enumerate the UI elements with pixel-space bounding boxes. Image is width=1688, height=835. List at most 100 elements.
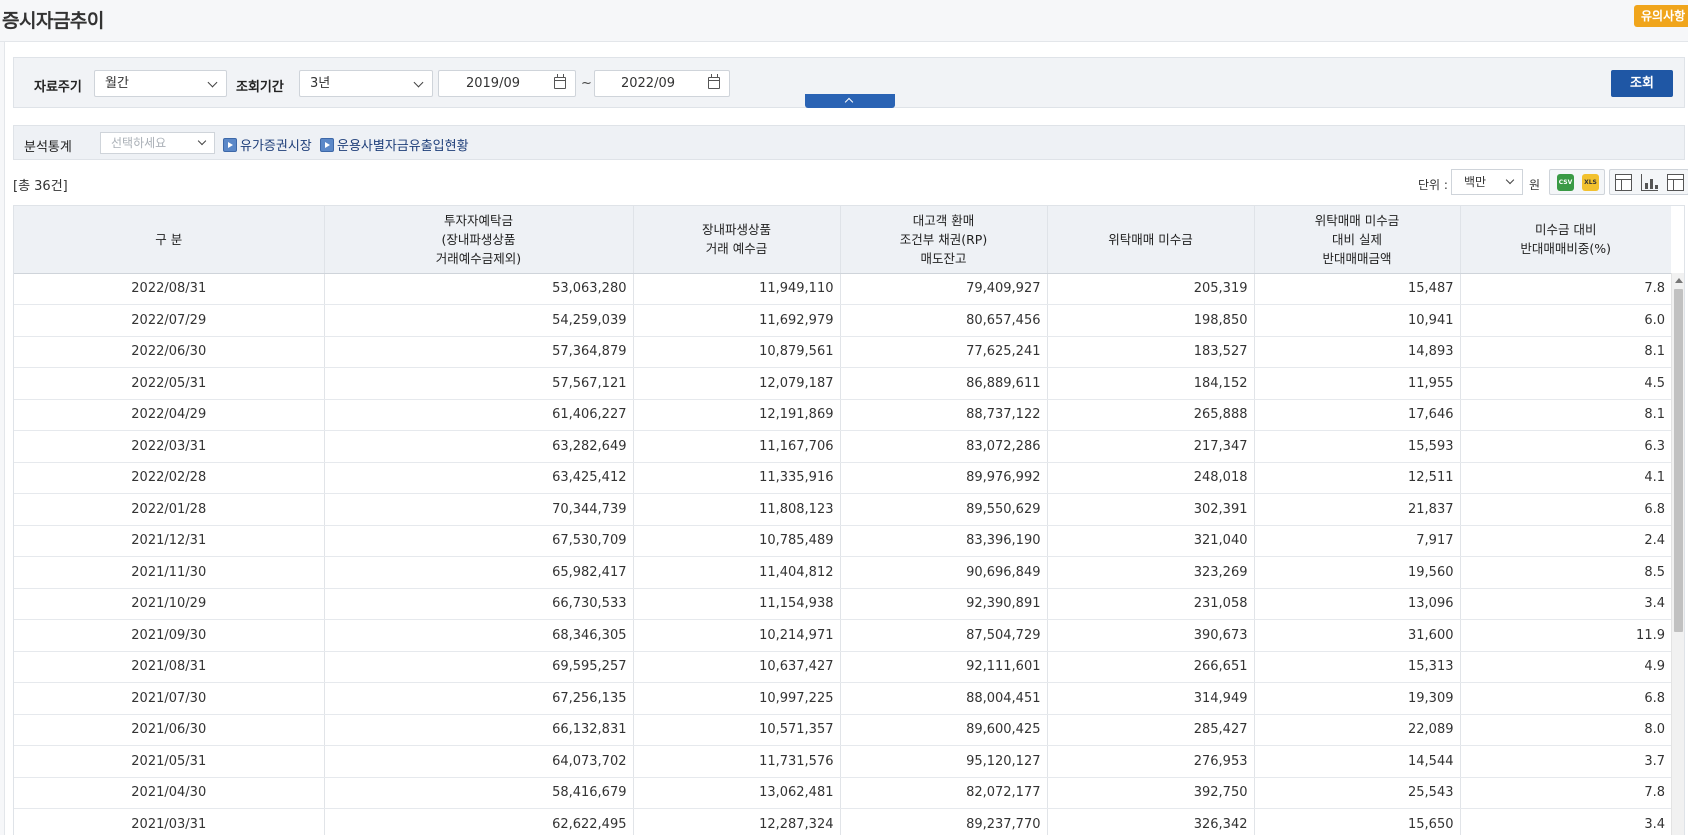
calendar-icon[interactable] [708, 74, 720, 89]
cell-receivables: 302,391 [1047, 493, 1255, 526]
table-view-icon[interactable] [1667, 174, 1684, 191]
table-row[interactable]: 2021/08/31 69,595,257 10,637,427 92,111,601… [14, 651, 1671, 683]
cell-derivatives-deposit: 11,808,123 [633, 493, 841, 526]
table-row[interactable]: 2021/12/31 67,530,709 10,785,489 83,396,190… [14, 525, 1671, 557]
cell-derivatives-deposit: 11,949,110 [633, 273, 841, 305]
search-button[interactable]: 조회 [1611, 70, 1673, 97]
table-row[interactable]: 2021/05/31 64,073,702 11,731,576 95,120,127… [14, 745, 1671, 778]
cell-forced-sales: 15,487 [1254, 273, 1461, 305]
unit-suffix: 원 [1529, 178, 1541, 192]
view-mode-group [1609, 169, 1688, 195]
cell-date: 2021/03/31 [14, 808, 325, 835]
csv-download-icon[interactable]: CSV [1557, 174, 1574, 191]
cell-forced-sales: 19,309 [1254, 682, 1461, 715]
data-table-container: 구 분 투자자예탁금 (장내파생상품 거래예수금제외) 장내파생상품 거래 예수… [13, 205, 1685, 835]
total-count: [총 36건] [13, 179, 68, 194]
cell-forced-sales: 31,600 [1254, 619, 1461, 652]
cell-forced-sales: 12,511 [1254, 462, 1461, 494]
table-row[interactable]: 2022/07/29 54,259,039 11,692,979 80,657,456… [14, 304, 1671, 337]
table-row[interactable]: 2021/10/29 66,730,533 11,154,938 92,390,891… [14, 588, 1671, 620]
cell-derivatives-deposit: 10,879,561 [633, 336, 841, 368]
collapse-panel-button[interactable] [805, 94, 895, 108]
cell-forced-sales-ratio: 6.8 [1460, 493, 1671, 526]
link-fund-flow-by-manager[interactable]: 운용사별자금유출입현황 [320, 135, 469, 154]
cell-date: 2022/02/28 [14, 462, 325, 494]
table-row[interactable]: 2022/01/28 70,344,739 11,808,123 89,550,629… [14, 493, 1671, 526]
cell-forced-sales-ratio: 6.8 [1460, 682, 1671, 715]
table-row[interactable]: 2022/02/28 63,425,412 11,335,916 89,976,992… [14, 462, 1671, 494]
table-row[interactable]: 2022/06/30 57,364,879 10,879,561 77,625,241… [14, 336, 1671, 368]
col-header-investor-deposit[interactable]: 투자자예탁금 (장내파생상품 거래예수금제외) [324, 206, 634, 274]
cell-investor-deposit: 67,256,135 [324, 682, 634, 715]
cell-investor-deposit: 63,425,412 [324, 462, 634, 494]
col-header-rp-balance[interactable]: 대고객 환매 조건부 채권(RP) 매도잔고 [840, 206, 1048, 274]
cell-forced-sales-ratio: 4.5 [1460, 367, 1671, 400]
arrow-right-icon [320, 138, 334, 152]
cell-date: 2022/04/29 [14, 399, 325, 431]
cell-forced-sales: 17,646 [1254, 399, 1461, 431]
range-separator: ~ [581, 76, 592, 91]
scrollbar-thumb[interactable] [1674, 289, 1683, 632]
col-header-derivatives-deposit[interactable]: 장내파생상품 거래 예수금 [633, 206, 841, 274]
table-row[interactable]: 2021/06/30 66,132,831 10,571,357 89,600,425… [14, 714, 1671, 746]
cell-investor-deposit: 68,346,305 [324, 619, 634, 652]
analysis-label: 분석통계 [24, 140, 72, 155]
col-header-receivables[interactable]: 위탁매매 미수금 [1047, 206, 1255, 274]
table-row[interactable]: 2022/04/29 61,406,227 12,191,869 88,737,122… [14, 399, 1671, 431]
cell-forced-sales: 14,893 [1254, 336, 1461, 368]
cell-rp-balance: 82,072,177 [840, 777, 1048, 809]
cell-date: 2022/08/31 [14, 273, 325, 305]
cell-date: 2021/09/30 [14, 619, 325, 652]
scroll-up-icon[interactable] [1675, 278, 1683, 283]
table-row[interactable]: 2021/11/30 65,982,417 11,404,812 90,696,849… [14, 556, 1671, 589]
cell-date: 2022/01/28 [14, 493, 325, 526]
unit-select[interactable]: 백만 [1451, 169, 1523, 195]
cell-forced-sales: 19,560 [1254, 556, 1461, 589]
table-row[interactable]: 2021/09/30 68,346,305 10,214,971 87,504,729… [14, 619, 1671, 652]
cell-investor-deposit: 53,063,280 [324, 273, 634, 305]
cell-receivables: 326,342 [1047, 808, 1255, 835]
cell-investor-deposit: 69,595,257 [324, 651, 634, 683]
unit-select-value: 백만 [1464, 175, 1487, 189]
cell-receivables: 231,058 [1047, 588, 1255, 620]
col-header-date[interactable]: 구 분 [14, 206, 325, 274]
cell-forced-sales: 11,955 [1254, 367, 1461, 400]
table-row[interactable]: 2021/03/31 62,622,495 12,287,324 89,237,770… [14, 808, 1671, 835]
notice-button[interactable]: 유의사항 [1634, 5, 1688, 27]
cell-investor-deposit: 61,406,227 [324, 399, 634, 431]
link-label: 운용사별자금유출입현황 [337, 139, 469, 154]
cell-forced-sales: 15,313 [1254, 651, 1461, 683]
chevron-down-icon [197, 136, 207, 146]
grid-view-icon[interactable] [1615, 174, 1632, 191]
cell-derivatives-deposit: 10,637,427 [633, 651, 841, 683]
link-securities-market[interactable]: 유가증권시장 [223, 135, 312, 154]
cell-forced-sales-ratio: 8.5 [1460, 556, 1671, 589]
excel-download-icon[interactable]: XLS [1582, 174, 1599, 191]
chart-view-icon[interactable] [1641, 174, 1658, 191]
table-row[interactable]: 2021/07/30 67,256,135 10,997,225 88,004,451… [14, 682, 1671, 715]
table-row[interactable]: 2022/03/31 63,282,649 11,167,706 83,072,286… [14, 430, 1671, 463]
cell-derivatives-deposit: 11,692,979 [633, 304, 841, 337]
cell-derivatives-deposit: 11,154,938 [633, 588, 841, 620]
cell-date: 2021/05/31 [14, 745, 325, 778]
cell-derivatives-deposit: 11,731,576 [633, 745, 841, 778]
vertical-scrollbar[interactable] [1671, 273, 1684, 835]
cell-forced-sales-ratio: 8.1 [1460, 336, 1671, 368]
cell-rp-balance: 83,396,190 [840, 525, 1048, 557]
col-header-forced-sales[interactable]: 위탁매매 미수금 대비 실제 반대매매금액 [1254, 206, 1461, 274]
cell-investor-deposit: 57,364,879 [324, 336, 634, 368]
end-date-input[interactable]: 2022/09 [594, 70, 730, 97]
cell-investor-deposit: 54,259,039 [324, 304, 634, 337]
analysis-select[interactable]: 선택하세요 [100, 132, 215, 154]
cell-rp-balance: 92,111,601 [840, 651, 1048, 683]
table-row[interactable]: 2021/04/30 58,416,679 13,062,481 82,072,177… [14, 777, 1671, 809]
start-date-input[interactable]: 2019/09 [438, 70, 576, 97]
range-select[interactable]: 3년 [299, 70, 433, 97]
table-row[interactable]: 2022/05/31 57,567,121 12,079,187 86,889,611… [14, 367, 1671, 400]
table-row[interactable]: 2022/08/31 53,063,280 11,949,110 79,409,927… [14, 273, 1671, 305]
cell-rp-balance: 86,889,611 [840, 367, 1048, 400]
calendar-icon[interactable] [554, 74, 566, 89]
period-select[interactable]: 월간 [94, 70, 227, 97]
cell-investor-deposit: 70,344,739 [324, 493, 634, 526]
col-header-forced-sales-ratio[interactable]: 미수금 대비 반대매매비중(%) [1460, 206, 1671, 274]
